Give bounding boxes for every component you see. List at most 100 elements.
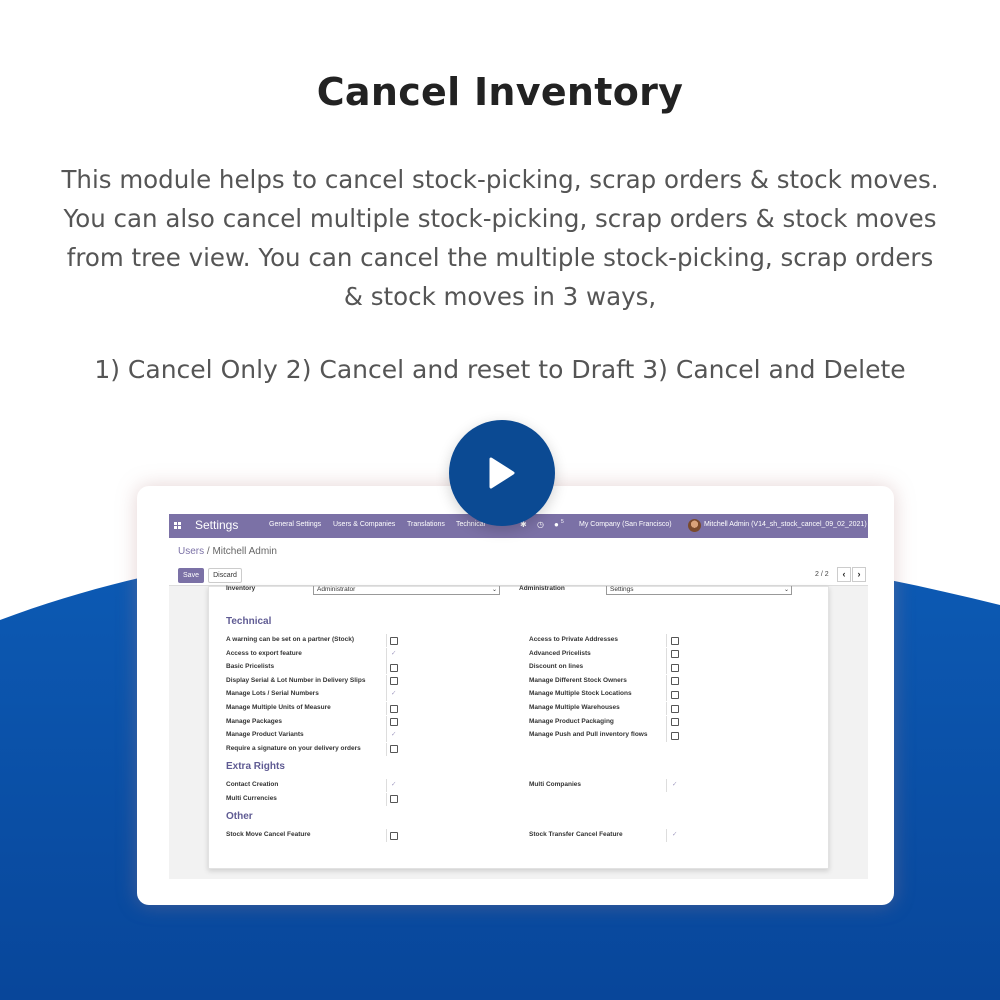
field-separator: [666, 779, 667, 792]
access-right-checkbox[interactable]: [671, 704, 679, 713]
access-right-label: Stock Transfer Cancel Feature: [529, 831, 623, 838]
access-right-label: Contact Creation: [226, 781, 279, 788]
pager-next-button[interactable]: ›: [852, 567, 866, 582]
field-separator: [666, 674, 667, 688]
field-separator: [666, 661, 667, 675]
field-separator: [666, 729, 667, 743]
access-right-label: Stock Move Cancel Feature: [226, 831, 311, 838]
field-separator: [386, 829, 387, 842]
access-right-checkbox[interactable]: [671, 690, 679, 699]
app-title[interactable]: Settings: [195, 518, 238, 532]
checkmark-icon[interactable]: ✓: [391, 731, 396, 739]
access-right-checkbox[interactable]: [671, 650, 679, 659]
field-separator: [386, 661, 387, 675]
access-right-label: Advanced Pricelists: [529, 649, 591, 657]
menu-technical[interactable]: Technical: [456, 521, 485, 528]
odoo-screenshot: Settings General Settings Users & Compan…: [169, 514, 868, 879]
user-menu[interactable]: Mitchell Admin (V14_sh_stock_cancel_09_0…: [704, 521, 867, 528]
field-separator: [386, 792, 387, 806]
section-title: Technical: [226, 616, 272, 627]
field-separator: [666, 715, 667, 729]
field-separator: [386, 702, 387, 715]
field-separator: [666, 829, 667, 842]
access-right-label: Manage Different Stock Owners: [529, 676, 627, 684]
access-right-label: Manage Multiple Warehouses: [529, 704, 620, 711]
checkmark-icon[interactable]: ✓: [391, 781, 396, 789]
menu-users-companies[interactable]: Users & Companies: [333, 521, 395, 528]
breadcrumb-users-link[interactable]: Users: [178, 546, 204, 557]
checkmark-icon[interactable]: ✓: [391, 650, 396, 658]
access-right-label: Access to Private Addresses: [529, 636, 619, 643]
user-avatar[interactable]: [688, 519, 701, 532]
access-right-label: Multi Currencies: [226, 794, 277, 802]
pager-value[interactable]: 2 / 2: [815, 571, 829, 578]
access-right-checkbox[interactable]: [390, 704, 398, 713]
menu-general-settings[interactable]: General Settings: [269, 521, 321, 528]
administration-select[interactable]: Settings ⌄: [606, 586, 792, 595]
banner-title: Cancel Inventory: [316, 70, 684, 114]
section-title: Other: [226, 811, 253, 822]
field-separator: [386, 674, 387, 688]
pager-previous-button[interactable]: ‹: [837, 567, 851, 582]
inventory-label: Inventory: [226, 585, 256, 592]
chevron-left-icon: ‹: [842, 569, 846, 579]
access-right-label: A warning can be set on a partner (Stock…: [226, 636, 354, 643]
access-right-checkbox[interactable]: [390, 663, 398, 672]
chat-badge: 5: [561, 519, 564, 525]
access-right-checkbox[interactable]: [390, 677, 398, 686]
access-right-label: Manage Packages: [226, 717, 283, 725]
screenshot-card: Settings General Settings Users & Compan…: [137, 486, 894, 905]
field-separator: [666, 702, 667, 715]
checkmark-icon[interactable]: ✓: [672, 831, 677, 839]
save-button[interactable]: Save: [178, 568, 204, 583]
field-separator: [386, 715, 387, 729]
access-right-checkbox[interactable]: [671, 663, 679, 672]
chevron-down-icon: ⌄: [783, 587, 789, 593]
access-right-checkbox[interactable]: [390, 831, 398, 840]
access-right-checkbox[interactable]: [671, 731, 679, 740]
access-right-label: Basic Pricelists: [226, 663, 275, 671]
chevron-right-icon: ›: [857, 569, 861, 579]
access-right-label: Manage Product Packaging: [529, 717, 614, 725]
access-right-checkbox[interactable]: [671, 677, 679, 686]
inventory-select-value: Administrator: [317, 586, 356, 593]
access-right-label: Manage Push and Pull inventory flows: [529, 731, 648, 739]
access-right-checkbox[interactable]: [390, 718, 398, 727]
chat-icon[interactable]: ●: [554, 520, 559, 530]
access-right-checkbox[interactable]: [671, 636, 679, 645]
access-right-label: Require a signature on your delivery ord…: [226, 744, 361, 752]
menu-translations[interactable]: Translations: [407, 521, 445, 528]
field-separator: [386, 742, 387, 756]
apps-grid-icon[interactable]: [174, 522, 182, 530]
access-right-checkbox[interactable]: [671, 718, 679, 727]
checkmark-icon[interactable]: ✓: [391, 690, 396, 698]
access-right-label: Access to export feature: [226, 649, 302, 657]
checkmark-icon[interactable]: ✓: [672, 781, 677, 789]
clock-icon[interactable]: ◷: [537, 520, 544, 530]
control-panel: Users / Mitchell Admin Save Discard 2 / …: [169, 538, 868, 586]
play-video-button[interactable]: [449, 420, 555, 526]
access-right-label: Manage Product Variants: [226, 731, 304, 739]
access-right-checkbox[interactable]: [390, 745, 398, 754]
field-separator: [386, 688, 387, 702]
discard-button[interactable]: Discard: [208, 568, 242, 583]
breadcrumb-current: Mitchell Admin: [212, 546, 277, 557]
access-right-label: Display Serial & Lot Number in Delivery …: [226, 676, 366, 684]
administration-select-value: Settings: [610, 586, 634, 593]
access-right-label: Manage Multiple Stock Locations: [529, 690, 632, 698]
field-separator: [386, 634, 387, 647]
form-sheet: Inventory Administrator ⌄ Administration…: [208, 585, 829, 869]
company-switcher[interactable]: My Company (San Francisco): [579, 521, 672, 528]
banner-description: This module helps to cancel stock-pickin…: [61, 165, 939, 311]
section-title: Extra Rights: [226, 761, 285, 772]
field-separator: [386, 779, 387, 792]
field-separator: [666, 634, 667, 647]
access-right-checkbox[interactable]: [390, 795, 398, 804]
play-icon: [489, 457, 515, 489]
access-right-label: Discount on lines: [529, 663, 584, 671]
access-right-label: Manage Multiple Units of Measure: [226, 704, 331, 711]
inventory-select[interactable]: Administrator ⌄: [313, 586, 500, 595]
access-right-label: Manage Lots / Serial Numbers: [226, 690, 319, 698]
access-right-checkbox[interactable]: [390, 636, 398, 645]
access-right-label: Multi Companies: [529, 781, 582, 788]
